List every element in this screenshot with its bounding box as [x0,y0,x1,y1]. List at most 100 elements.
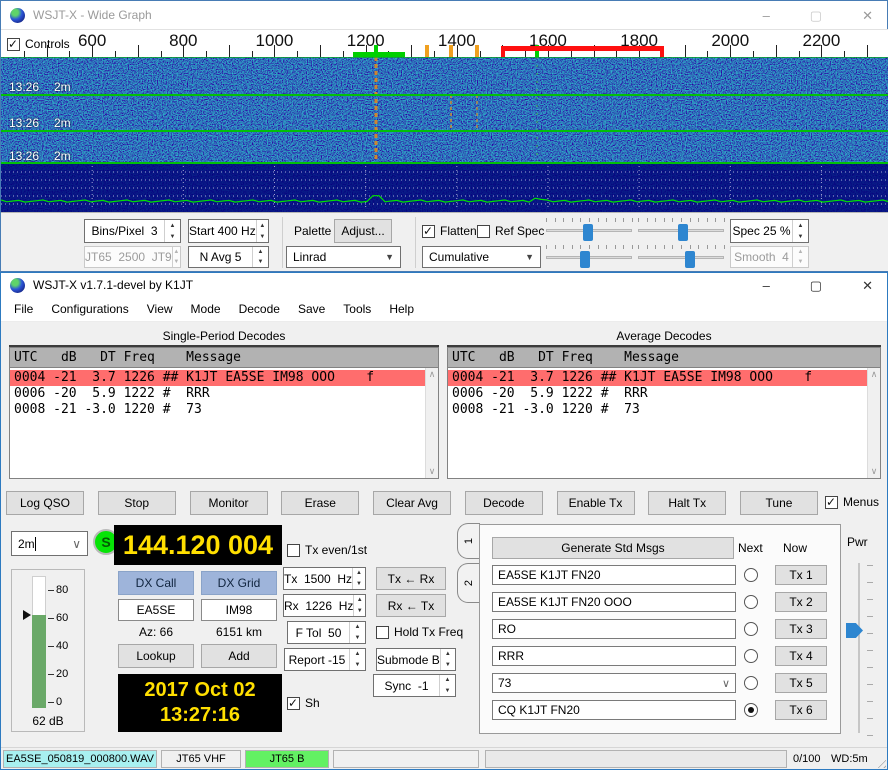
controls-checkbox[interactable]: Controls [7,37,70,51]
report-spinner[interactable]: Report -15 ▲▼ [284,648,366,671]
monitor-button[interactable]: Monitor [190,491,268,515]
decode-row[interactable]: 0008 -21 -3.0 1220 # 73 [10,402,425,418]
tx-message-3-field[interactable]: RO [492,619,736,639]
bins-pixel-spinner[interactable]: Bins/Pixel 3 ▲▼ [84,219,181,243]
clear-avg-button[interactable]: Clear Avg [373,491,451,515]
start-hz-spinner[interactable]: Start 400 Hz ▲▼ [188,219,269,243]
spinner-arrows-icon[interactable]: ▲▼ [349,649,365,670]
tab-1[interactable]: 1 [457,523,480,559]
tx-from-rx-button[interactable]: Tx ← Rx [376,567,446,590]
maximize-icon[interactable]: ▢ [810,279,822,292]
add-button[interactable]: Add [201,644,277,668]
pwr-slider[interactable] [858,563,860,733]
tab-2[interactable]: 2 [457,563,480,603]
tx-message-1-field[interactable]: EA5SE K1JT FN20 [492,565,736,585]
waterfall-display[interactable]: 13:262m13:262m13:262m [1,57,888,164]
decode-row[interactable]: 0004 -21 3.7 1226 ## K1JT EA5SE IM98 OOO… [448,370,867,386]
decode-row[interactable]: 0006 -20 5.9 1222 # RRR [448,386,867,402]
dx-grid-field[interactable]: IM98 [201,599,277,621]
tx-freq-spinner[interactable]: Tx 1500 Hz ▲▼ [283,567,366,590]
menu-save[interactable]: Save [289,302,334,316]
band-select[interactable]: 2m ∨ [11,531,88,556]
spinner-arrows-icon[interactable]: ▲▼ [439,675,455,696]
menu-tools[interactable]: Tools [334,302,380,316]
minimize-icon[interactable]: – [763,279,770,292]
hold-tx-freq-checkbox[interactable]: Hold Tx Freq [376,625,463,639]
gain-slider[interactable] [546,218,632,242]
resize-grip[interactable] [874,756,886,768]
scroll-down-icon[interactable]: ∨ [426,466,438,477]
pwr-slider-handle[interactable] [846,623,863,638]
next-radio-3[interactable] [744,622,758,636]
next-radio-4[interactable] [744,649,758,663]
next-radio-5[interactable] [744,676,758,690]
frequency-scale[interactable]: Controls 6008001000120014001600180020002… [1,29,888,57]
dx-grid-button[interactable]: DX Grid [201,571,277,595]
close-icon[interactable]: ✕ [862,9,873,22]
spinner-arrows-icon[interactable]: ▲▼ [256,220,268,242]
palette-select[interactable]: Linrad ▼ [286,246,401,268]
spinner-arrows-icon[interactable]: ▲▼ [349,622,365,643]
sync-spinner[interactable]: Sync -1 ▲▼ [373,674,456,697]
sh-checkbox[interactable]: Sh [287,696,320,710]
menu-view[interactable]: View [138,302,182,316]
scroll-up-icon[interactable]: ∧ [868,369,880,380]
tune-button[interactable]: Tune [740,491,818,515]
menus-checkbox[interactable]: Menus [825,495,879,509]
scrollbar[interactable]: ∧∨ [867,368,880,478]
display-mode-select[interactable]: Cumulative ▼ [422,246,541,268]
spec-percent-spinner[interactable]: Spec 25 % ▲▼ [730,219,809,243]
next-radio-6[interactable] [744,703,758,717]
tx-message-5-field[interactable]: 73∨ [492,673,736,693]
log-qso-button[interactable]: Log QSO [6,491,84,515]
average-decodes-list[interactable]: 0004 -21 3.7 1226 ## K1JT EA5SE IM98 OOO… [447,367,881,479]
menu-file[interactable]: File [5,302,42,316]
spinner-arrows-icon[interactable]: ▲▼ [352,568,365,589]
menu-configurations[interactable]: Configurations [42,302,137,316]
zero-slider[interactable] [638,218,724,242]
dx-call-field[interactable]: EA5SE [118,599,194,621]
ref-spec-checkbox[interactable]: Ref Spec [477,224,544,238]
zero2-slider[interactable] [638,245,724,269]
palette-adjust-button[interactable]: Adjust... [334,219,392,243]
tx-message-4-field[interactable]: RRR [492,646,736,666]
decode-row[interactable]: 0006 -20 5.9 1222 # RRR [10,386,425,402]
rx-freq-spinner[interactable]: Rx 1226 Hz ▲▼ [283,594,366,617]
now-tx5-button[interactable]: Tx 5 [775,673,827,693]
close-icon[interactable]: ✕ [862,279,873,292]
menu-mode[interactable]: Mode [182,302,230,316]
now-tx3-button[interactable]: Tx 3 [775,619,827,639]
scroll-up-icon[interactable]: ∧ [426,369,438,380]
lookup-button[interactable]: Lookup [118,644,194,668]
flatten-checkbox[interactable]: Flatten [422,224,477,238]
next-radio-2[interactable] [744,595,758,609]
now-tx4-button[interactable]: Tx 4 [775,646,827,666]
spinner-arrows-icon[interactable]: ▲▼ [353,595,365,616]
spinner-arrows-icon[interactable]: ▲▼ [252,247,268,267]
spectrum-graph[interactable] [1,164,888,212]
enable-tx-button[interactable]: Enable Tx [557,491,635,515]
minimize-icon[interactable]: – [763,9,770,22]
halt-tx-button[interactable]: Halt Tx [648,491,726,515]
f-tol-spinner[interactable]: F Tol 50 ▲▼ [287,621,366,644]
scrollbar[interactable]: ∧∨ [425,368,438,478]
tx-message-2-field[interactable]: EA5SE K1JT FN20 OOO [492,592,736,612]
now-tx1-button[interactable]: Tx 1 [775,565,827,585]
rx-from-tx-button[interactable]: Rx ← Tx [376,594,446,617]
spinner-arrows-icon[interactable]: ▲▼ [164,220,180,242]
menu-help[interactable]: Help [380,302,423,316]
generate-std-msgs-button[interactable]: Generate Std Msgs [492,537,734,559]
now-tx6-button[interactable]: Tx 6 [775,700,827,720]
menu-decode[interactable]: Decode [230,302,289,316]
dx-call-button[interactable]: DX Call [118,571,194,595]
n-avg-spinner[interactable]: N Avg 5 ▲▼ [188,246,269,268]
decode-button[interactable]: Decode [465,491,543,515]
decode-row[interactable]: 0008 -21 -3.0 1220 # 73 [448,402,867,418]
single-period-decodes-list[interactable]: 0004 -21 3.7 1226 ## K1JT EA5SE IM98 OOO… [9,367,439,479]
now-tx2-button[interactable]: Tx 2 [775,592,827,612]
next-radio-1[interactable] [744,568,758,582]
stop-button[interactable]: Stop [98,491,176,515]
tx-even-checkbox[interactable]: Tx even/1st [287,543,367,557]
scroll-down-icon[interactable]: ∨ [868,466,880,477]
decode-row[interactable]: 0004 -21 3.7 1226 ## K1JT EA5SE IM98 OOO… [10,370,425,386]
